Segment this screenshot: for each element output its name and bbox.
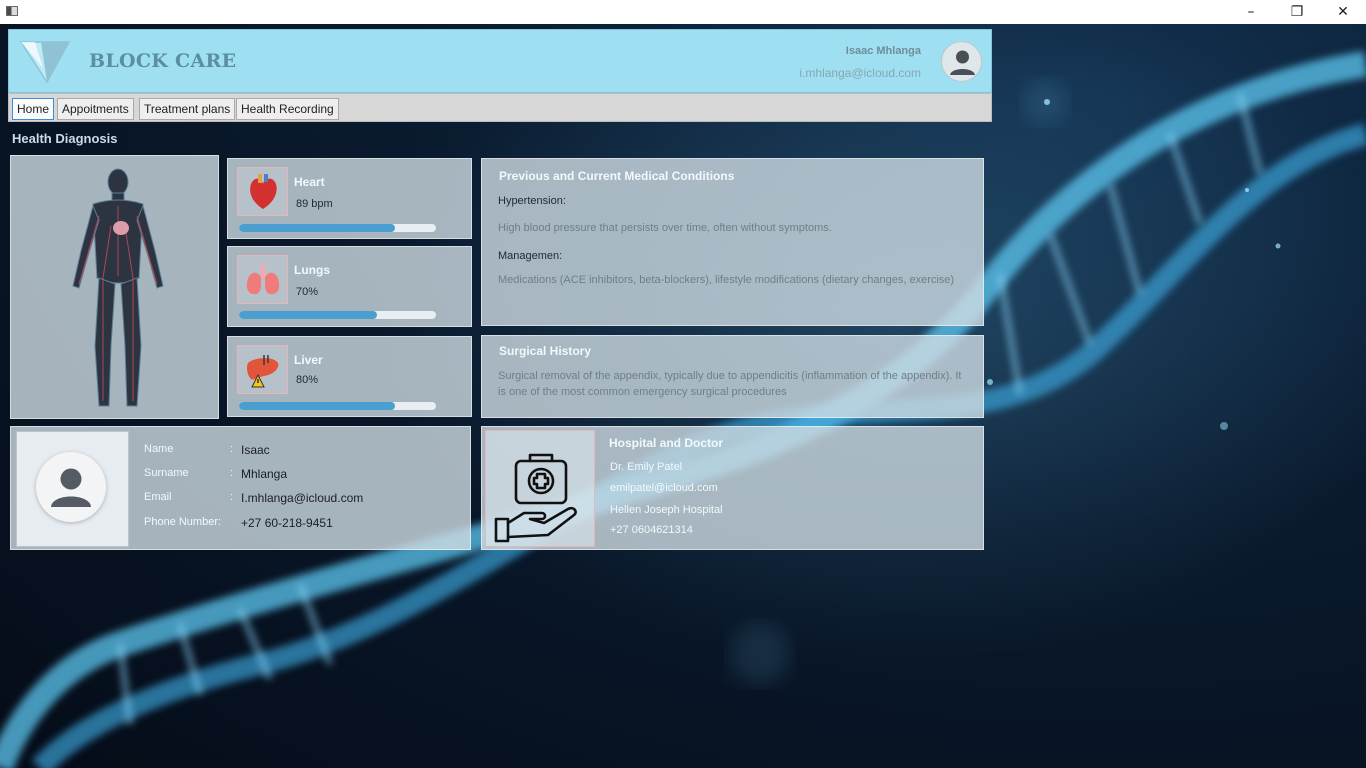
- liver-progress-bar: [239, 402, 436, 410]
- tab-health-recording[interactable]: Health Recording: [236, 98, 339, 120]
- organ-value: 89 bpm: [296, 198, 333, 210]
- hospital-name: Hellen Joseph Hospital: [610, 504, 723, 516]
- user-avatar[interactable]: [941, 41, 982, 82]
- profile-photo-frame: [16, 431, 129, 547]
- name-value: Isaac: [241, 443, 270, 457]
- lungs-icon: [237, 255, 288, 304]
- condition-description: High blood pressure that persists over t…: [498, 222, 832, 234]
- hospital-phone: +27 0604621314: [610, 524, 693, 536]
- tab-bar: Home Appoitments Treatment plans Health …: [8, 93, 992, 122]
- brand-name: BLOCK CARE: [89, 50, 237, 72]
- tab-appointments[interactable]: Appoitments: [57, 98, 134, 120]
- liver-icon: [237, 345, 288, 394]
- hospital-doctor-panel: Hospital and Doctor Dr. Emily Patel emil…: [481, 426, 984, 550]
- email-value: I.mhlanga@icloud.com: [241, 491, 364, 505]
- heart-card: Heart 89 bpm: [227, 158, 472, 239]
- lungs-progress-bar: [239, 311, 436, 319]
- surname-value: Mhlanga: [241, 467, 288, 481]
- heart-icon: [237, 167, 288, 216]
- lungs-card: Lungs 70%: [227, 246, 472, 327]
- user-icon: [51, 468, 91, 507]
- colon: :: [230, 443, 234, 455]
- user-name: Isaac Mhlanga: [845, 45, 921, 57]
- panel-title: Previous and Current Medical Conditions: [499, 169, 735, 183]
- doctor-name: Dr. Emily Patel: [610, 461, 683, 473]
- condition-label: Hypertension:: [498, 195, 566, 207]
- organ-name: Heart: [294, 175, 325, 189]
- human-body-image: [72, 168, 164, 407]
- organ-value: 70%: [296, 286, 319, 298]
- tab-home[interactable]: Home: [12, 98, 55, 120]
- colon: :: [230, 491, 234, 503]
- window-titlebar: – ❐ ✕: [0, 0, 1366, 24]
- panel-title: Surgical History: [499, 344, 592, 358]
- surname-label: Surname: [144, 467, 189, 479]
- patient-profile-panel: Name : Isaac Surname : Mhlanga Email : I…: [10, 426, 471, 550]
- email-label: Email: [144, 491, 172, 503]
- liver-card: Liver 80%: [227, 336, 472, 417]
- section-title: Health Diagnosis: [12, 131, 118, 146]
- tab-treatment-plans[interactable]: Treatment plans: [139, 98, 236, 120]
- heart-progress-bar: [239, 224, 436, 232]
- close-button[interactable]: ✕: [1320, 0, 1366, 24]
- minimize-button[interactable]: –: [1228, 0, 1274, 24]
- organ-name: Lungs: [294, 263, 330, 277]
- avatar: [36, 452, 106, 522]
- management-label: Managemen:: [498, 250, 563, 262]
- app-window-icon: [6, 6, 18, 16]
- medical-conditions-panel: Previous and Current Medical Conditions …: [481, 158, 984, 326]
- restore-button[interactable]: ❐: [1274, 0, 1320, 24]
- block-care-logo: [19, 41, 71, 84]
- panel-title: Hospital and Doctor: [609, 436, 724, 450]
- management-description: Medications (ACE inhibitors, beta-blocke…: [498, 274, 955, 286]
- app-header: BLOCK CARE Isaac Mhlanga i.mhlanga@iclou…: [8, 29, 992, 93]
- organ-value: 80%: [296, 374, 319, 386]
- colon: :: [230, 467, 234, 479]
- name-label: Name: [144, 443, 174, 455]
- medical-care-icon: [485, 430, 595, 547]
- user-icon: [950, 50, 975, 75]
- surgical-description: Surgical removal of the appendix, typica…: [498, 370, 962, 398]
- organ-name: Liver: [294, 353, 323, 367]
- body-anatomy-panel: [10, 155, 219, 419]
- phone-label: Phone Number:: [144, 516, 222, 528]
- phone-value: +27 60-218-9451: [241, 516, 333, 530]
- doctor-email: emilpatel@icloud.com: [610, 482, 718, 494]
- user-email: i.mhlanga@icloud.com: [799, 66, 921, 80]
- surgical-history-panel: Surgical History Surgical removal of the…: [481, 335, 984, 418]
